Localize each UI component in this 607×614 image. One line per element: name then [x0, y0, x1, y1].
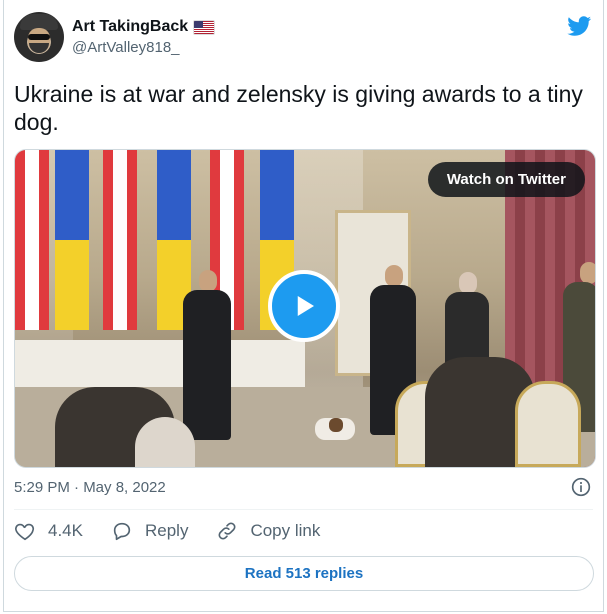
author-display-name[interactable]: Art TakingBack [72, 18, 188, 36]
video-player[interactable]: Watch on Twitter [14, 149, 596, 468]
tweet-card: Art TakingBack @ArtValley818_ Ukraine is… [3, 0, 604, 612]
divider [14, 509, 593, 510]
author-names: Art TakingBack @ArtValley818_ [72, 18, 216, 56]
tweet-header: Art TakingBack @ArtValley818_ [14, 12, 216, 62]
twitter-bird-icon[interactable] [566, 14, 593, 38]
author-handle[interactable]: @ArtValley818_ [72, 39, 215, 56]
watch-on-twitter-button[interactable]: Watch on Twitter [427, 162, 585, 197]
dog [315, 418, 355, 440]
like-button[interactable]: 4.4K [14, 520, 83, 542]
ukraine-flag [55, 150, 89, 330]
tweet-text: Ukraine is at war and zelensky is giving… [14, 81, 583, 135]
reply-bubble-icon [113, 522, 131, 541]
play-icon [297, 296, 314, 316]
canada-flag [15, 150, 49, 330]
heart-icon [15, 523, 35, 541]
tweet-timestamp[interactable]: 5:29 PM · May 8, 2022 [14, 479, 166, 496]
read-replies-button[interactable]: Read 513 replies [14, 556, 594, 591]
link-icon [218, 522, 236, 540]
reply-button[interactable]: Reply [111, 520, 188, 542]
reply-label: Reply [144, 521, 189, 540]
us-flag-icon [193, 19, 216, 35]
avatar[interactable] [14, 12, 64, 62]
copy-link-button[interactable]: Copy link [216, 520, 320, 542]
play-button[interactable] [268, 270, 340, 342]
info-icon[interactable] [571, 477, 591, 497]
standing-person [183, 290, 231, 440]
canada-flag [103, 150, 137, 330]
author-display-name-row[interactable]: Art TakingBack [72, 18, 216, 36]
copy-link-label: Copy link [250, 521, 321, 540]
like-count: 4.4K [48, 521, 83, 540]
tweet-actions: 4.4K Reply Copy link [14, 520, 348, 542]
